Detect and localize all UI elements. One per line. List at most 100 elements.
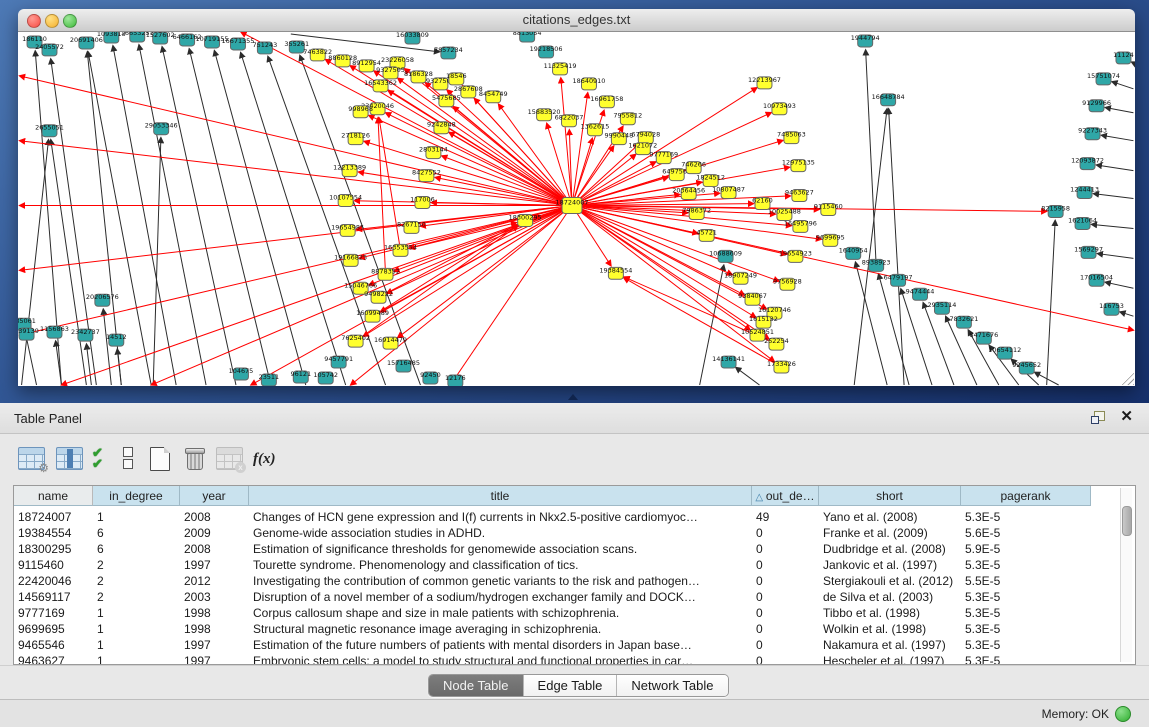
graph-edge[interactable] [356,226,518,341]
network-canvas[interactable]: 1861102405572206914061093813166532571527… [18,32,1135,386]
tab-network-table[interactable]: Network Table [617,675,727,696]
column-header-name[interactable]: name [14,486,93,506]
graph-node-label: 15716485 [387,359,420,367]
graph-edge[interactable] [1112,82,1133,89]
table-cell: 5.6E-5 [961,525,1091,541]
graph-edge[interactable] [1047,220,1056,385]
table-row[interactable]: 911546021997Tourette syndrome. Phenomeno… [14,557,1104,573]
graph-edge[interactable] [20,206,572,336]
graph-edge[interactable] [1097,254,1133,259]
graph-edge[interactable] [449,132,572,205]
table-row[interactable]: 946554611997Estimation of the future num… [14,637,1104,653]
graph-edge[interactable] [462,85,572,205]
graph-node-label: 1621064 [1068,216,1097,224]
graph-edge[interactable] [189,49,271,385]
graph-edge[interactable] [369,115,572,205]
graph-edge[interactable] [866,50,877,265]
graph-edge[interactable] [153,138,161,385]
table-cell: 14569117 [14,589,93,605]
close-panel-icon[interactable]: ✕ [1120,409,1133,425]
table-row[interactable]: 977716911998Corpus callosum shape and si… [14,605,1104,621]
graph-edge[interactable] [379,225,518,298]
graph-node-label: 2342737 [71,328,100,336]
graph-node-label: 12176 [445,374,466,382]
graph-edge[interactable] [214,51,305,385]
table-cell: 0 [752,573,819,589]
table-cell: Structural magnetic resonance image aver… [249,621,752,637]
graph-edge[interactable] [86,344,91,385]
select-all-button[interactable]: ✔ ✔ [92,447,103,469]
graph-edge[interactable] [572,206,1133,331]
function-builder-button[interactable]: f(x) [253,451,276,468]
new-document-icon [150,447,170,471]
graph-node-label: 16495796 [784,219,817,227]
graph-edge[interactable] [61,206,572,385]
scrollbar-thumb[interactable] [1122,506,1132,536]
graph-edge[interactable] [241,53,346,385]
graph-edge[interactable] [25,333,36,385]
graph-node-label: 16914479 [374,336,407,344]
graph-edge[interactable] [1096,165,1133,171]
column-header-indegree[interactable]: in_degree [93,486,180,506]
graph-edge[interactable] [572,138,592,205]
graph-edge[interactable] [572,146,614,205]
graph-edge[interactable] [1093,194,1133,199]
graph-node-label: 7955812 [613,112,642,120]
graph-edge[interactable] [855,262,887,385]
graph-edge[interactable] [1101,135,1133,140]
table-cell: 2009 [180,525,249,541]
graph-edge[interactable] [1092,224,1134,228]
graph-edge[interactable] [1131,62,1133,63]
table-settings-button[interactable]: ⚙ [18,447,45,470]
graph-edge[interactable] [889,109,904,385]
graph-edge[interactable] [572,93,588,206]
graph-node-label: 9474444 [906,287,935,295]
tab-node-table[interactable]: Node Table [429,675,524,696]
delete-attribute-button[interactable] [184,447,204,469]
graph-edge[interactable] [700,265,724,385]
table-cell: Estimation of the future numbers of pati… [249,637,752,653]
table-row[interactable]: 1938455462009Genome-wide association stu… [14,525,1104,541]
show-columns-button[interactable] [56,447,83,470]
memory-ok-indicator[interactable] [1115,706,1131,722]
table-cell: 1 [93,621,180,637]
graph-node-label: 16648784 [872,93,905,101]
graph-edge[interactable] [22,140,49,385]
table-cell: 0 [752,605,819,621]
table-row[interactable]: 946362711997Embryonic stem cells: a mode… [14,653,1104,665]
graph-edge[interactable] [379,118,401,251]
table-row[interactable]: 1830029562008Estimation of significance … [14,541,1104,557]
column-header-short[interactable]: short [819,486,961,506]
graph-edge[interactable] [1105,107,1133,112]
table-scrollbar[interactable] [1120,488,1132,662]
graph-edge[interactable] [103,309,111,385]
window-titlebar[interactable]: citations_edges.txt [18,9,1135,32]
graph-node-label: 2718126 [341,132,370,140]
graph-edge[interactable] [1120,312,1133,316]
column-header-year[interactable]: year [180,486,249,506]
table-row[interactable]: 1872400712008Changes of HCN gene express… [14,509,1104,525]
table-row[interactable]: 969969511998Structural magnetic resonanc… [14,621,1104,637]
graph-edge[interactable] [572,206,611,266]
tab-edge-table[interactable]: Edge Table [524,675,618,696]
float-panel-icon[interactable] [1091,411,1105,424]
graph-node-label: 9242848 [427,121,456,129]
graph-node-label: 9227343 [1078,127,1107,135]
row-height-button[interactable] [123,447,133,471]
column-header-title[interactable]: title [249,486,752,506]
graph-edge[interactable] [736,367,760,385]
graph-edge[interactable] [1105,282,1133,288]
new-attribute-button[interactable] [150,447,170,471]
graph-node-label: 14136141 [712,355,745,363]
table-row[interactable]: 2242004622012Investigating the contribut… [14,573,1104,589]
graph-node-label: 23226058 [381,56,414,64]
panel-resize-grip[interactable] [568,394,578,400]
graph-edge[interactable] [117,349,121,385]
table-row[interactable]: 1456911722003Disruption of a novel membe… [14,589,1104,605]
graph-edge[interactable] [386,113,572,206]
graph-node-label: 16543362 [364,79,397,87]
column-header-pagerank[interactable]: pagerank [961,486,1091,506]
table-cell: Yano et al. (2008) [819,509,961,525]
table-cell: 1997 [180,557,249,573]
column-header-outde[interactable]: △ out_de… [752,486,819,506]
